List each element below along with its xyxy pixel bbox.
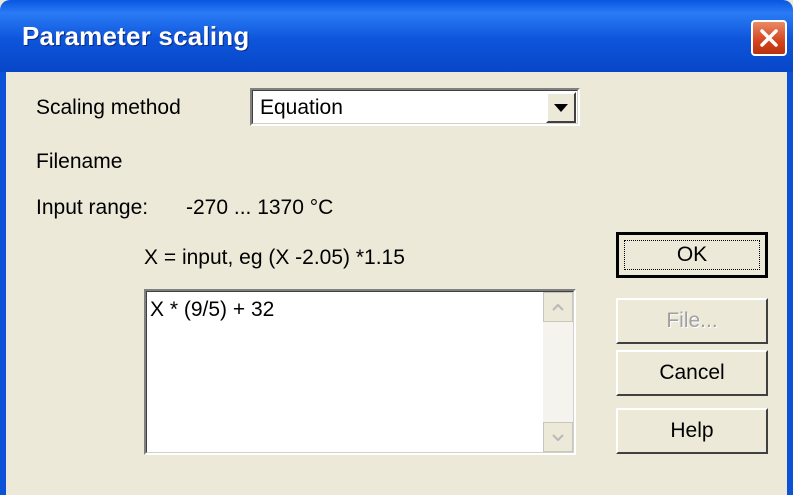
- dropdown-button[interactable]: [546, 92, 576, 123]
- title-bar[interactable]: Parameter scaling: [0, 0, 793, 72]
- scroll-up-icon: [552, 303, 564, 311]
- vertical-scrollbar[interactable]: [543, 292, 573, 452]
- window-title: Parameter scaling: [22, 21, 250, 51]
- input-range-label: Input range:: [36, 196, 149, 219]
- input-range-value: -270 ... 1370 °C: [186, 196, 334, 219]
- close-button[interactable]: [751, 20, 787, 56]
- scroll-down-icon: [552, 433, 564, 441]
- scaling-method-select-frame: Equation: [252, 90, 578, 124]
- ok-button[interactable]: OK: [616, 232, 768, 278]
- equation-textarea[interactable]: X * (9/5) + 32: [144, 289, 576, 455]
- scroll-down-button[interactable]: [543, 422, 573, 452]
- cancel-button[interactable]: Cancel: [616, 350, 768, 396]
- help-button-label: Help: [670, 419, 714, 442]
- scaling-method-select[interactable]: Equation: [250, 88, 580, 126]
- file-button-label: File...: [666, 309, 718, 332]
- focus-rect: [624, 240, 760, 270]
- scroll-up-button[interactable]: [543, 292, 573, 322]
- equation-textarea-frame: X * (9/5) + 32: [146, 291, 574, 453]
- scaling-method-value: Equation: [260, 96, 343, 119]
- equation-hint: X = input, eg (X -2.05) *1.15: [144, 246, 405, 269]
- window-frame-right: [787, 72, 793, 495]
- equation-text: X * (9/5) + 32: [150, 298, 275, 321]
- cancel-button-label: Cancel: [659, 361, 725, 384]
- help-button[interactable]: Help: [616, 408, 768, 454]
- file-button[interactable]: File...: [616, 298, 768, 344]
- close-icon: [760, 29, 778, 47]
- parameter-scaling-dialog: Parameter scaling Scaling method Equatio…: [0, 0, 793, 495]
- chevron-down-icon: [554, 103, 568, 112]
- window-frame-left: [0, 72, 6, 495]
- filename-label: Filename: [36, 150, 123, 173]
- scaling-method-label: Scaling method: [36, 96, 181, 119]
